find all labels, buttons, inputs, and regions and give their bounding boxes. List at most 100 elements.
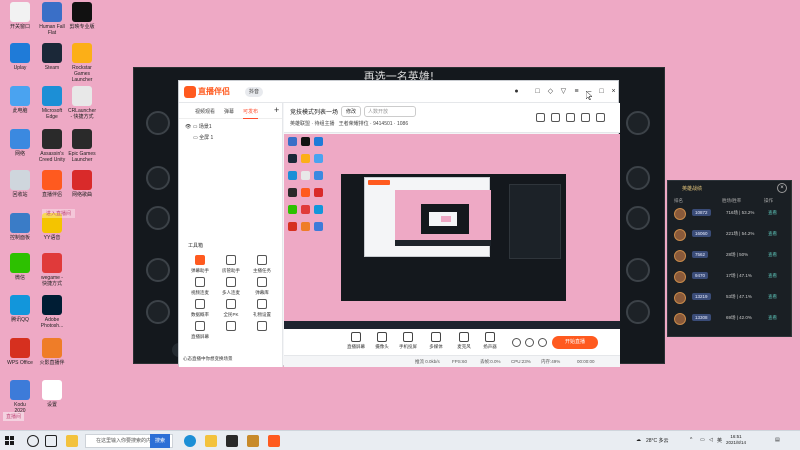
tool-item[interactable]: 弹幕助手: [187, 255, 213, 274]
add-tab-button[interactable]: +: [274, 105, 279, 115]
volume-icon[interactable]: ◁: [709, 437, 713, 443]
shopping-icon[interactable]: [551, 113, 560, 122]
scene-source-item[interactable]: ▭ 全屏 1: [193, 134, 213, 141]
view-button[interactable]: 查看: [768, 294, 777, 300]
stream-control-button[interactable]: 摄像头: [370, 332, 394, 350]
desktop-icon[interactable]: Kodu 2020: [3, 380, 37, 414]
desktop-icon[interactable]: Epic Games Launcher: [65, 129, 99, 163]
tool-item[interactable]: 多人连麦: [218, 277, 244, 296]
notification-icon[interactable]: ▤: [775, 437, 780, 443]
taskbar-search-button[interactable]: 搜索: [150, 434, 170, 448]
modify-button[interactable]: 修改: [341, 106, 362, 117]
desktop-icon[interactable]: 直播伴侣: [35, 170, 69, 198]
close-icon[interactable]: ×: [777, 183, 787, 193]
game-icon[interactable]: [226, 435, 238, 447]
hero-slot[interactable]: [626, 111, 650, 135]
desktop-icon[interactable]: 控制面板: [3, 213, 37, 241]
view-button[interactable]: 查看: [768, 252, 777, 258]
close-window-icon[interactable]: ×: [609, 87, 618, 96]
tool-item[interactable]: [249, 321, 275, 334]
hero-slot[interactable]: [146, 166, 170, 190]
tab-danmaku[interactable]: 弹幕: [224, 108, 234, 115]
desktop-icon[interactable]: 微信: [3, 253, 37, 281]
stream-control-button[interactable]: 多媒体: [424, 332, 448, 350]
tab-publishable[interactable]: 可发布: [243, 108, 259, 119]
view-button[interactable]: 查看: [768, 273, 777, 279]
view-button[interactable]: 查看: [768, 315, 777, 321]
hero-slot[interactable]: [146, 206, 170, 230]
share-icon[interactable]: [566, 113, 575, 122]
hero-slot[interactable]: [626, 166, 650, 190]
stream-control-button[interactable]: 手机投屏: [396, 332, 420, 350]
desktop-icon[interactable]: Adobe Photosh...: [35, 295, 69, 329]
ime-indicator[interactable]: 英: [717, 437, 722, 444]
eye-icon[interactable]: [525, 338, 534, 347]
desktop-icon[interactable]: 火影直播伴: [35, 338, 69, 366]
tool-item[interactable]: 直播屏幕: [187, 321, 213, 340]
desktop-icon[interactable]: 网络歌曲: [65, 170, 99, 198]
desktop-icon[interactable]: 设置: [35, 380, 69, 408]
announce-input[interactable]: 人数开放: [364, 106, 416, 117]
shirt-icon[interactable]: ▽: [559, 87, 568, 96]
tool-item[interactable]: 视频连麦: [187, 277, 213, 296]
tool-item[interactable]: [218, 321, 244, 334]
hero-slot[interactable]: [626, 300, 650, 324]
desktop-icon[interactable]: 腾讯QQ: [3, 295, 37, 323]
desktop-icon[interactable]: Steam: [35, 43, 69, 71]
weather-text[interactable]: 28°C 多云: [646, 437, 669, 444]
desktop-icon[interactable]: Human Fall Flat: [35, 2, 69, 36]
desktop-icon[interactable]: CRLauncher - 快捷方式: [65, 86, 99, 120]
message-icon[interactable]: □: [533, 87, 542, 96]
task-view-icon[interactable]: [45, 435, 57, 447]
avatar-icon[interactable]: ●: [512, 87, 521, 96]
tool-item[interactable]: 礼物设置: [249, 299, 275, 318]
desktop-icon[interactable]: Microsoft Edge: [35, 86, 69, 120]
stream-control-button[interactable]: 扬声器: [478, 332, 502, 350]
network-icon[interactable]: ▭: [700, 437, 705, 443]
maximize-icon[interactable]: □: [597, 87, 606, 96]
tab-video-watch[interactable]: 视频观看: [195, 108, 215, 115]
file-explorer-icon[interactable]: [66, 435, 78, 447]
folder-icon[interactable]: [205, 435, 217, 447]
desktop-icon[interactable]: 回收站: [3, 170, 37, 198]
settings-icon[interactable]: [538, 338, 547, 347]
desktop-icon[interactable]: Rockstar Games Launcher: [65, 43, 99, 83]
location-icon[interactable]: [581, 113, 590, 122]
desktop-icon[interactable]: 网络: [3, 129, 37, 157]
camera-icon[interactable]: [512, 338, 521, 347]
view-button[interactable]: 查看: [768, 231, 777, 237]
hero-slot[interactable]: [146, 258, 170, 282]
hero-slot[interactable]: [146, 300, 170, 324]
stream-control-button[interactable]: 麦克风: [452, 332, 476, 350]
edge-icon[interactable]: [184, 435, 196, 447]
platform-badge[interactable]: 抖音: [245, 87, 264, 97]
windows-start-icon[interactable]: [5, 436, 15, 446]
search-icon[interactable]: [27, 435, 39, 447]
view-button[interactable]: 查看: [768, 210, 777, 216]
tray-chevron-icon[interactable]: ^: [690, 437, 692, 443]
lol-icon[interactable]: [247, 435, 259, 447]
weather-icon[interactable]: ☁: [636, 437, 641, 443]
desktop-icon[interactable]: WPS Office: [3, 338, 37, 366]
desktop-icon[interactable]: 剪映专业版: [65, 2, 99, 30]
desktop-icon[interactable]: wegame - 快捷方式: [35, 253, 69, 287]
stream-app-icon[interactable]: [268, 435, 280, 447]
link-icon[interactable]: [536, 113, 545, 122]
hero-slot[interactable]: [626, 258, 650, 282]
desktop-icon[interactable]: Uplay: [3, 43, 37, 71]
desktop-icon[interactable]: 此电脑: [3, 86, 37, 114]
menu-icon[interactable]: ≡: [572, 87, 581, 96]
tool-item[interactable]: 弹幕库: [249, 277, 275, 296]
tool-item[interactable]: 数据概率: [187, 299, 213, 318]
desktop-icon[interactable]: 开关窗口: [3, 2, 37, 30]
tool-item[interactable]: 主播任务: [249, 255, 275, 274]
tool-item[interactable]: 房管助手: [218, 255, 244, 274]
desktop-icon[interactable]: Assassin's Creed Unity: [35, 129, 69, 163]
hero-slot[interactable]: [146, 111, 170, 135]
gift-icon[interactable]: ◇: [546, 87, 555, 96]
scene-item[interactable]: 👁 ▭ 场景1: [185, 123, 212, 130]
tool-item[interactable]: 全民PK: [218, 299, 244, 318]
clock[interactable]: 16:51 2021/8/14: [726, 434, 746, 446]
stream-control-button[interactable]: 直播屏幕: [344, 332, 368, 350]
hero-slot[interactable]: [626, 206, 650, 230]
